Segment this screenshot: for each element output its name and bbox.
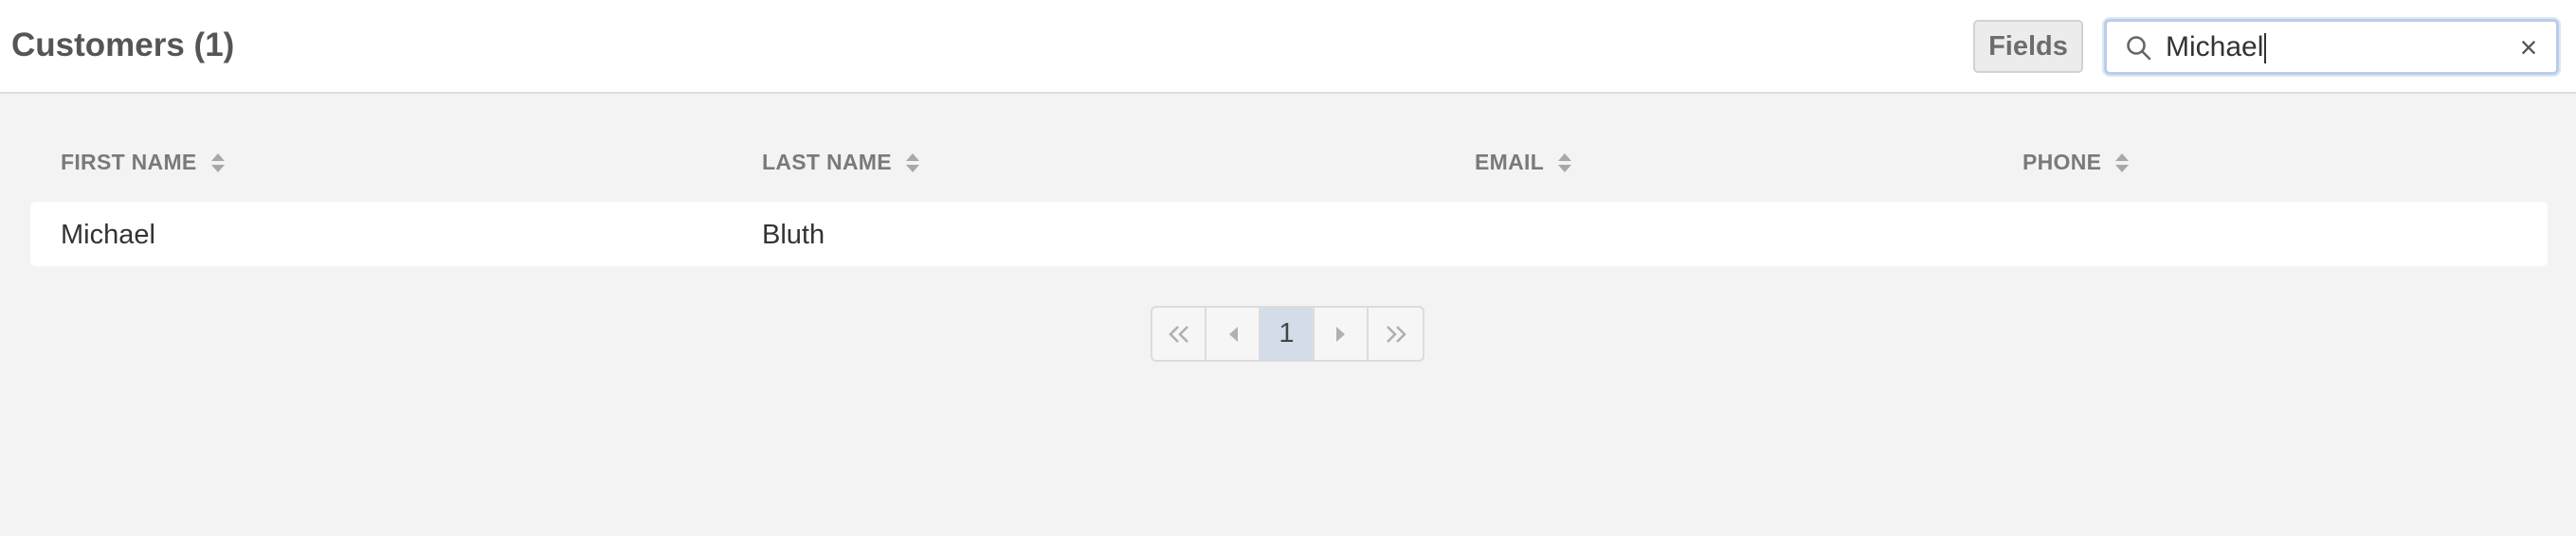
sort-icon [210, 152, 225, 172]
column-label: LAST NAME [762, 150, 892, 174]
search-icon [2127, 36, 2151, 61]
column-label: PHONE [2023, 150, 2102, 174]
table-row[interactable]: Michael Bluth [30, 202, 2548, 266]
cell-last-name: Bluth [762, 220, 825, 250]
text-caret [2264, 33, 2266, 63]
search-box[interactable]: × [2104, 19, 2559, 75]
column-last-name[interactable]: LAST NAME [762, 150, 920, 175]
last-page-button[interactable] [1369, 308, 1423, 360]
prev-page-button[interactable] [1206, 308, 1261, 360]
caret-right-icon [1335, 326, 1345, 342]
table-header: FIRST NAME LAST NAME EMAIL PHONE [0, 142, 2576, 180]
page-number-button[interactable]: 1 [1261, 308, 1315, 360]
fields-button[interactable]: Fields [1973, 20, 2083, 73]
column-label: FIRST NAME [61, 150, 197, 174]
column-label: EMAIL [1475, 150, 1545, 174]
header-bar: Customers (1) Fields × [0, 0, 2576, 94]
column-first-name[interactable]: FIRST NAME [61, 150, 226, 175]
next-page-button[interactable] [1315, 308, 1369, 360]
caret-left-icon [1228, 326, 1238, 342]
column-email[interactable]: EMAIL [1475, 150, 1572, 175]
page-title: Customers (1) [11, 27, 235, 63]
cell-first-name: Michael [61, 220, 155, 250]
column-phone[interactable]: PHONE [2023, 150, 2130, 175]
sort-icon [2115, 152, 2130, 172]
pagination: 1 [1151, 306, 1424, 362]
double-chevron-right-icon [1386, 325, 1406, 343]
close-icon[interactable]: × [2513, 31, 2545, 63]
double-chevron-left-icon [1168, 325, 1188, 343]
sort-icon [905, 152, 919, 172]
sort-icon [1558, 152, 1572, 172]
first-page-button[interactable] [1152, 308, 1206, 360]
search-input[interactable] [2166, 29, 2488, 65]
